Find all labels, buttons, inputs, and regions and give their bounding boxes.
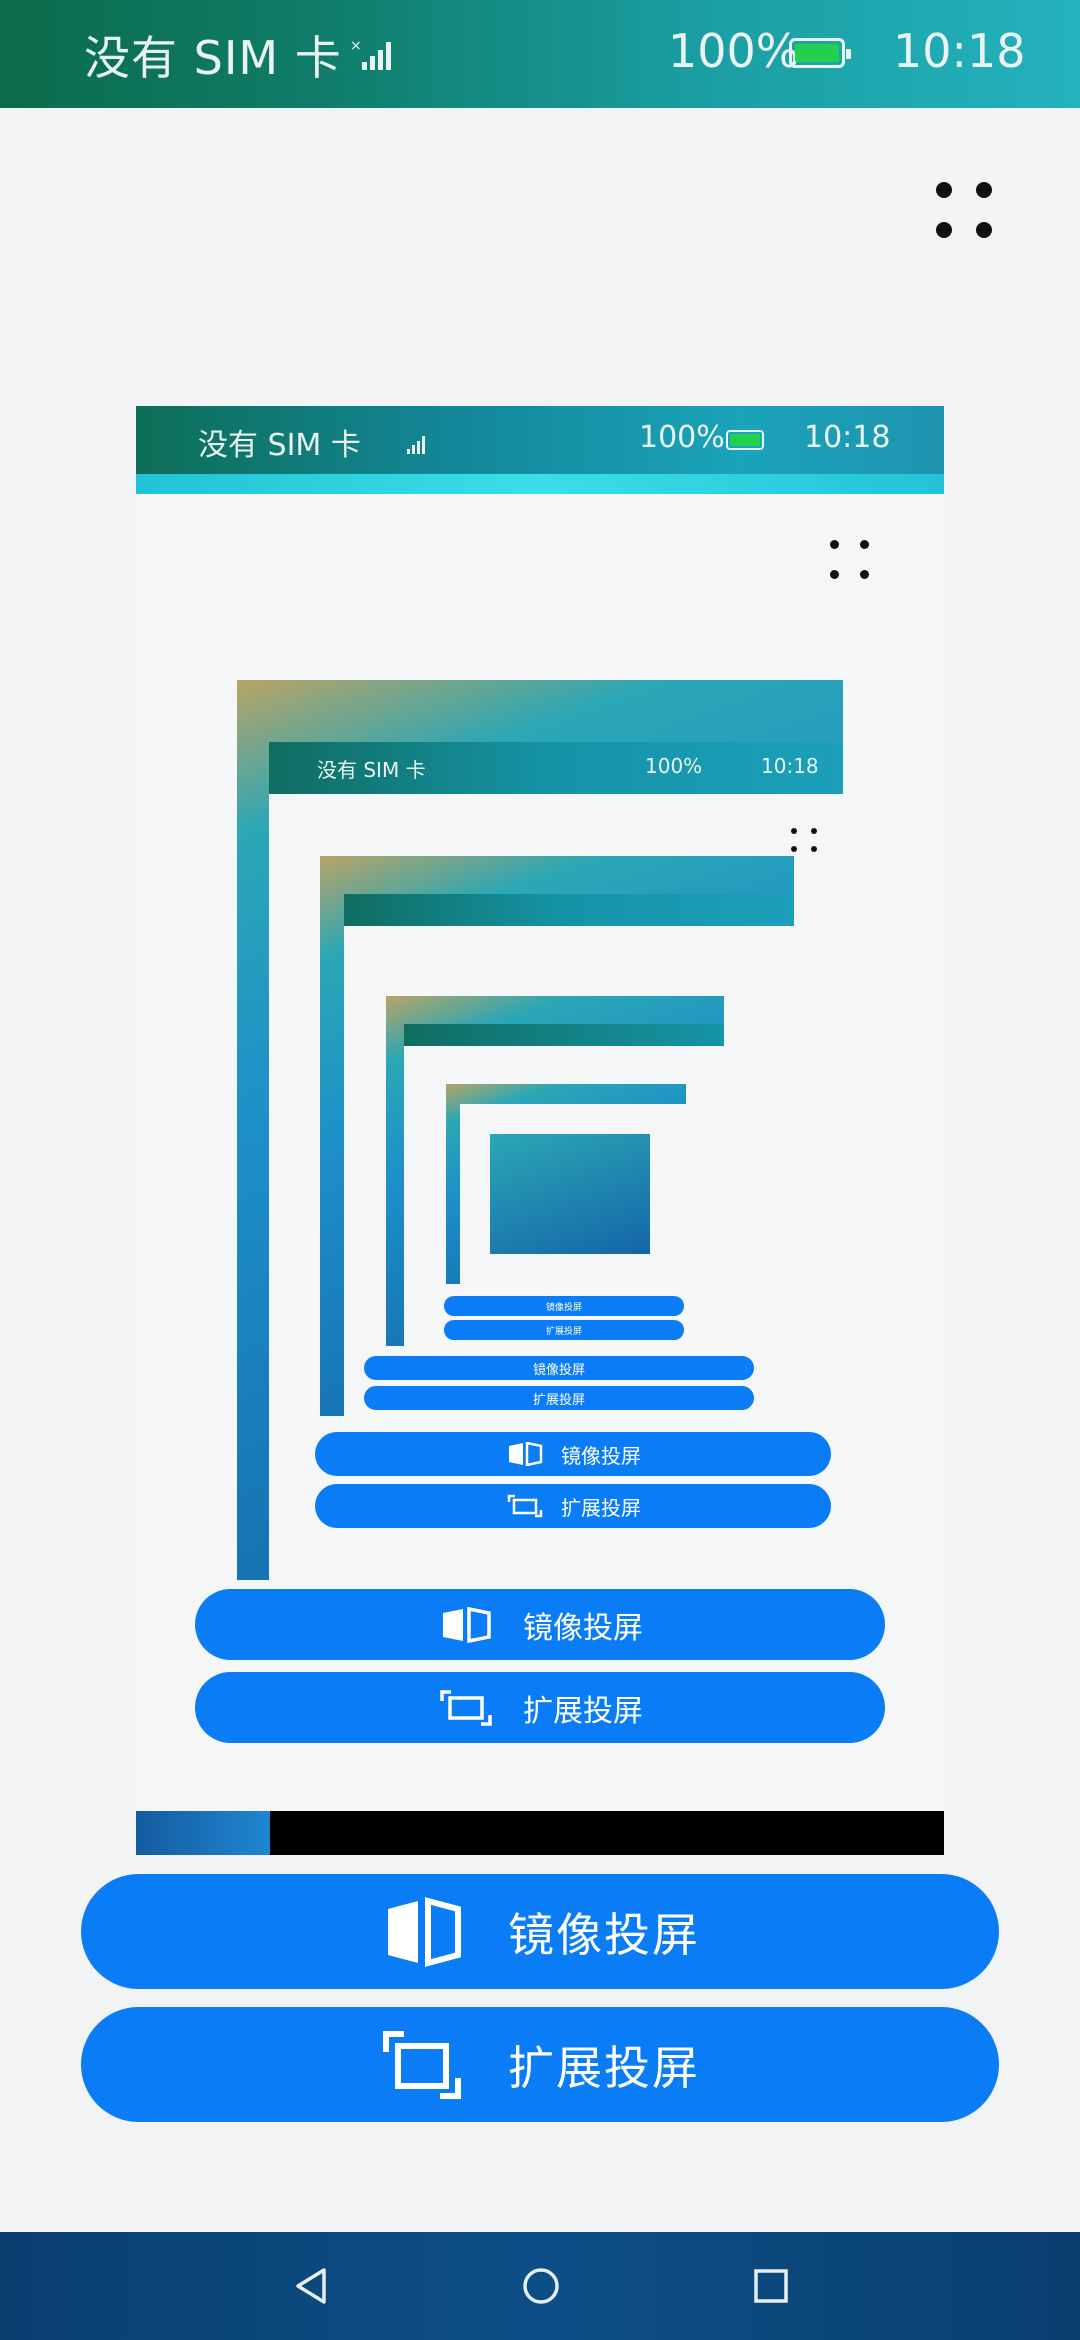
- nested-clock: 10:18: [761, 754, 819, 778]
- mirror-screen-icon: [388, 1896, 461, 1967]
- nested-preview-level-3: 镜像投屏 扩展投屏 镜像投屏 扩展投屏: [320, 856, 794, 1416]
- battery-percent: 100%: [668, 24, 800, 78]
- clock: 10:18: [893, 24, 1026, 78]
- level-6-screen: [490, 1134, 650, 1254]
- preview-battery-icon: [726, 430, 764, 450]
- screen-preview: 没有 SIM 卡 100% 10:18 没有 SIM 卡 100% 10:18: [136, 406, 944, 1855]
- nested-preview-wallpaper: 没有 SIM 卡 100% 10:18 镜像投屏 扩展投屏 镜像投屏 扩展投屏 …: [237, 680, 843, 1580]
- preview-more-icon: [826, 536, 878, 588]
- back-triangle-icon[interactable]: [292, 2266, 332, 2306]
- preview-clock: 10:18: [804, 420, 891, 455]
- preview-mirror-icon: [443, 1606, 491, 1643]
- level-4-status: [404, 1024, 724, 1046]
- level-3-extend-button: 扩展投屏: [364, 1386, 754, 1410]
- nested-preview-screen: 没有 SIM 卡 100% 10:18 镜像投屏 扩展投屏 镜像投屏 扩展投屏 …: [269, 742, 843, 1580]
- navigation-bar: [0, 2232, 1080, 2340]
- battery-icon: [789, 38, 851, 68]
- extend-cast-label: 扩展投屏: [508, 2040, 700, 2095]
- level-4-screen: 镜像投屏 扩展投屏: [386, 996, 724, 1346]
- mirror-cast-button[interactable]: 镜像投屏: [81, 1874, 999, 1989]
- nested-status-bar: 没有 SIM 卡 100% 10:18: [269, 742, 843, 794]
- level-4-mirror-button: 镜像投屏: [444, 1296, 684, 1316]
- preview-mirror-button: 镜像投屏: [195, 1589, 885, 1660]
- preview-footer-strip: [136, 1811, 270, 1855]
- level-4-inner: 镜像投屏 扩展投屏: [404, 1024, 724, 1346]
- level-3-mirror-button: 镜像投屏: [364, 1356, 754, 1380]
- preview-battery-percent: 100%: [639, 420, 725, 455]
- preview-status-accent: [136, 474, 944, 494]
- extend-screen-icon: [383, 2030, 461, 2099]
- mirror-cast-label: 镜像投屏: [508, 1907, 700, 1962]
- level-5-inner: [460, 1104, 686, 1284]
- status-bar: 没有 SIM 卡 × 100% 10:18: [0, 0, 1080, 108]
- preview-footer-bar: [270, 1811, 944, 1855]
- svg-text:×: ×: [350, 38, 362, 54]
- preview-extend-icon: [440, 1689, 492, 1726]
- nested-carrier: 没有 SIM 卡: [317, 758, 426, 782]
- recents-square-icon[interactable]: [751, 2266, 791, 2306]
- carrier-label: 没有 SIM 卡: [84, 31, 342, 85]
- nested-more-icon: [789, 826, 823, 856]
- preview-status-bar: 没有 SIM 卡 100% 10:18: [136, 406, 944, 494]
- more-menu-button[interactable]: [926, 172, 1008, 254]
- signal-icon: ×: [350, 38, 391, 70]
- level-3-status: [344, 894, 794, 926]
- preview-extend-button: 扩展投屏: [195, 1672, 885, 1743]
- preview-signal-icon: [407, 436, 425, 454]
- level-5-screen: [446, 1084, 686, 1284]
- home-circle-icon[interactable]: [521, 2266, 561, 2306]
- nested-mirror-icon: [509, 1442, 543, 1466]
- preview-carrier: 没有 SIM 卡: [198, 428, 361, 463]
- nested-extend-button: 扩展投屏: [315, 1484, 831, 1528]
- nested-mirror-button: 镜像投屏: [315, 1432, 831, 1476]
- level-3-screen: 镜像投屏 扩展投屏 镜像投屏 扩展投屏: [344, 894, 794, 1416]
- level-4-extend-button: 扩展投屏: [444, 1320, 684, 1340]
- nested-battery-percent: 100%: [645, 754, 703, 778]
- nested-extend-icon: [507, 1494, 543, 1518]
- extend-cast-button[interactable]: 扩展投屏: [81, 2007, 999, 2122]
